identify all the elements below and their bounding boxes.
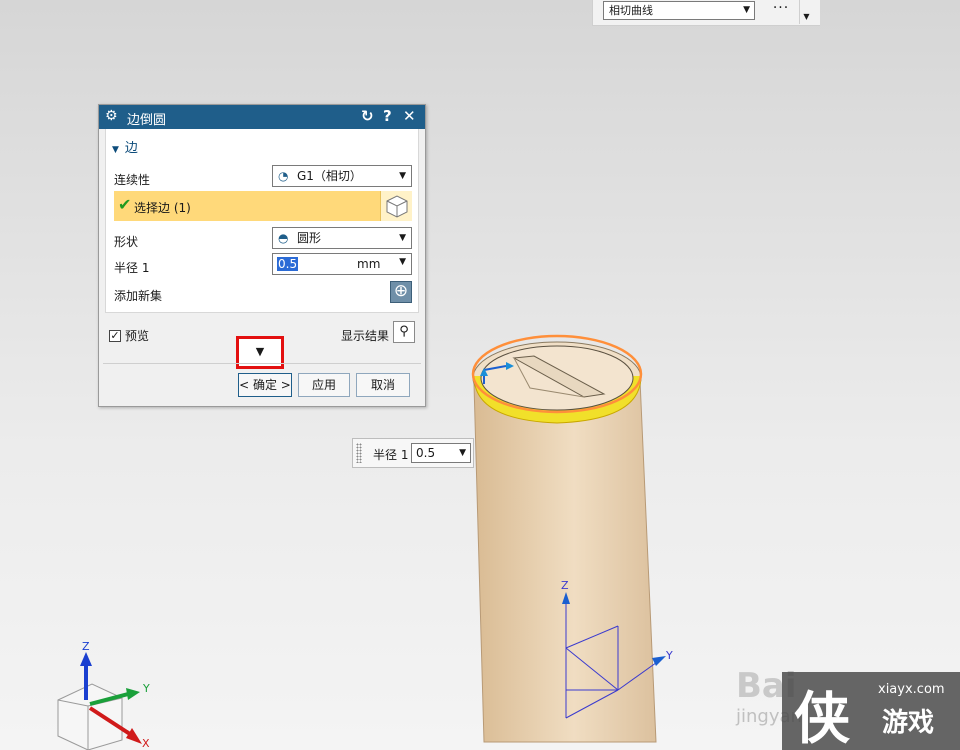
wcs-y-label: Y [666, 649, 673, 662]
view-axis-z-label: Z [82, 640, 90, 653]
continuity-select[interactable]: ◔ G1（相切） ▼ [272, 165, 412, 187]
radius-onscreen-widget: 半径 1 0.5 ▼ [352, 438, 474, 468]
tangent-continuity-icon: ◔ [278, 169, 289, 183]
plus-icon: ⊕ [393, 281, 409, 301]
onscreen-radius-label: 半径 1 [373, 448, 409, 462]
curve-rule-value: 相切曲线 [609, 4, 653, 17]
show-result-label: 显示结果 [341, 329, 390, 343]
gear-icon: ⚙ [105, 108, 118, 124]
shape-value: 圆形 [297, 231, 322, 245]
shape-label: 形状 [114, 235, 139, 249]
chevron-down-icon: ▼ [399, 233, 406, 243]
shape-select[interactable]: ◓ 圆形 ▼ [272, 227, 412, 249]
chevron-down-icon: ▼ [743, 5, 750, 15]
view-triad [57, 652, 142, 750]
close-icon[interactable]: ✕ [403, 107, 416, 125]
radius-unit: mm [357, 257, 381, 271]
add-new-set-button[interactable]: ⊕ [390, 281, 412, 303]
show-result-button[interactable]: ⚲ [393, 321, 415, 343]
dialog-titlebar[interactable]: ⚙ 边倒圆 ↻ ? ✕ [99, 105, 425, 129]
chevron-down-icon[interactable]: ▼ [459, 444, 466, 462]
edge-section-title: 边 [124, 141, 138, 156]
drag-handle-icon[interactable] [356, 443, 362, 463]
preview-label: 预览 [125, 329, 150, 343]
continuity-value: G1（相切） [297, 169, 362, 183]
circular-shape-icon: ◓ [278, 231, 289, 245]
preview-checkbox[interactable]: ✓ [109, 329, 121, 342]
edge-section: ▼ 边 连续性 ◔ G1（相切） ▼ ✔ 选择边 (1) 形状 ◓ 圆形 ▼ 半径… [105, 129, 419, 313]
collapse-triangle-icon: ▼ [112, 145, 119, 155]
more-options-button[interactable]: ··· [767, 0, 795, 16]
expand-dialog-button[interactable]: ▼ [236, 336, 284, 369]
preview-checkbox-row[interactable]: ✓ 预览 [109, 327, 149, 344]
cancel-button[interactable]: 取消 [356, 373, 410, 397]
radius-input[interactable]: 0.5 mm ▼ [272, 253, 412, 275]
logo-site: xiayx.com [878, 682, 945, 697]
select-edge-label: 选择边 (1) [134, 201, 191, 215]
onscreen-radius-input[interactable]: 0.5 ▼ [411, 443, 471, 463]
radius-label: 半径 1 [114, 261, 150, 275]
view-axis-y-label: Y [143, 682, 150, 695]
toolbar-dropdown-icon[interactable]: ▼ [799, 0, 813, 24]
dialog-title: 边倒圆 [127, 113, 167, 128]
add-set-label: 添加新集 [114, 289, 163, 303]
curve-rule-select[interactable]: 相切曲线 ▼ [603, 1, 755, 20]
apply-button[interactable]: 应用 [298, 373, 350, 397]
chevron-down-icon[interactable]: ▼ [399, 257, 406, 267]
top-toolbar: 相切曲线 ▼ ··· ▼ [592, 0, 820, 26]
onscreen-radius-value[interactable]: 0.5 [416, 446, 435, 460]
edge-blend-dialog: ⚙ 边倒圆 ↻ ? ✕ ▼ 边 连续性 ◔ G1（相切） ▼ ✔ 选择边 (1) … [98, 104, 426, 407]
view-axis-x-label: X [142, 737, 150, 750]
reset-icon[interactable]: ↻ [361, 107, 374, 125]
logo-name: 游戏 [882, 708, 935, 738]
chevron-down-icon: ▼ [399, 171, 406, 181]
ok-button[interactable]: < 确定 > [238, 373, 292, 397]
cube-icon [386, 195, 408, 218]
divider [103, 363, 421, 364]
site-logo: 侠 xiayx.com 游戏 [782, 672, 960, 750]
chevron-down-icon: ▼ [255, 345, 265, 358]
checkmark-icon: ✔ [118, 195, 132, 214]
edge-section-header[interactable]: ▼ 边 [112, 137, 138, 156]
edge-selection-cube-button[interactable] [380, 191, 412, 221]
magnifier-icon: ⚲ [399, 324, 409, 339]
logo-character: 侠 [794, 686, 850, 750]
continuity-label: 连续性 [114, 173, 151, 187]
wcs-z-label: Z [561, 579, 569, 592]
help-icon[interactable]: ? [383, 107, 392, 125]
radius-value[interactable]: 0.5 [277, 257, 299, 271]
select-edge-row[interactable]: ✔ 选择边 (1) [114, 191, 412, 221]
